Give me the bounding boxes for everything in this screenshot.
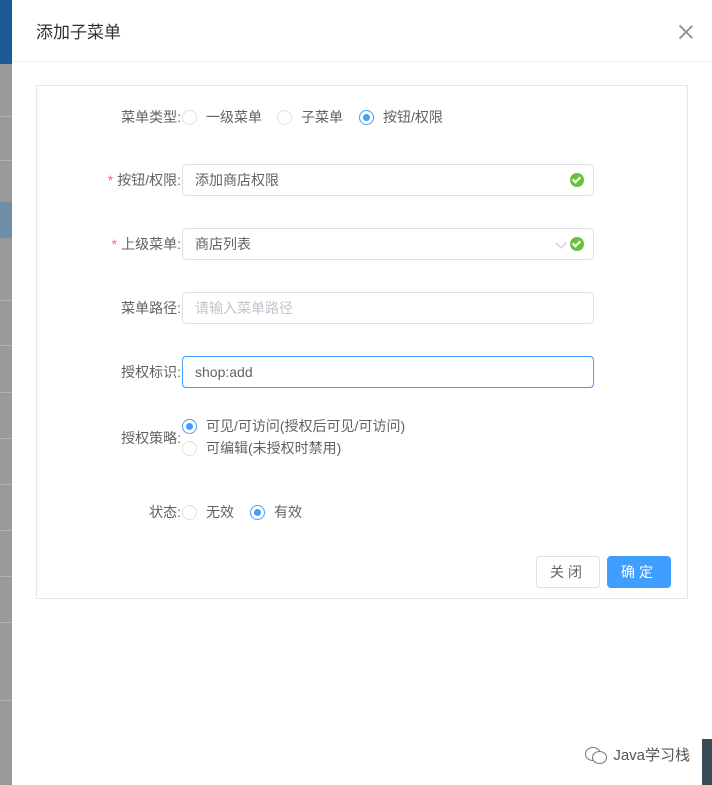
parent-menu-label-text: 上级菜单: [121,236,181,252]
auth-policy-label: 授权策略: [121,430,181,446]
background-divider [0,345,12,346]
button-permission-input[interactable]: 添加商店权限 [182,164,594,196]
success-check-icon [570,173,584,187]
status-label: 状态: [149,504,181,520]
radio-circle [182,109,197,125]
radio-circle-selected [250,504,265,520]
menu-type-label: 菜单类型: [121,109,181,125]
radio-circle [182,504,197,520]
auth-id-row: 授权标识: shop:add [37,356,687,388]
background-divider [0,530,12,531]
button-permission-row: * 按钮/权限: 添加商店权限 [37,164,687,196]
radio-menu-type-button-permission[interactable]: 按钮/权限 [359,107,443,127]
radio-auth-policy-visible[interactable]: 可见/可访问(授权后可见/可访问) [182,416,405,436]
background-divider [0,700,12,701]
background-divider [0,116,12,117]
close-button[interactable]: 关闭 [536,556,600,588]
auth-id-label: 授权标识: [121,364,181,380]
dialog-header: 添加子菜单 [12,0,712,62]
menu-path-input[interactable]: 请输入菜单路径 [182,292,594,324]
add-submenu-dialog: 添加子菜单 菜单类型: 一级菜单 子菜单 按钮/权限 * 按钮/权限: 添加商店权… [12,0,712,785]
button-permission-value: 添加商店权限 [195,172,279,188]
background-divider [0,576,12,577]
radio-status-valid[interactable]: 有效 [250,502,302,522]
corner-widget [702,739,712,785]
status-row: 状态: 无效 有效 [37,502,687,524]
button-permission-label-text: 按钮/权限: [117,172,181,188]
background-divider [0,438,12,439]
background-header-strip [0,0,12,64]
auth-id-input[interactable]: shop:add [182,356,594,388]
watermark-text: Java学习栈 [613,747,690,764]
parent-menu-label: * 上级菜单: [112,234,181,254]
radio-label: 可编辑(未授权时禁用) [206,440,342,456]
menu-path-placeholder: 请输入菜单路径 [195,300,293,316]
parent-menu-value: 商店列表 [195,236,251,252]
parent-menu-select[interactable]: 商店列表 [182,228,594,260]
background-divider [0,392,12,393]
success-check-icon [570,237,584,251]
background-divider [0,484,12,485]
required-mark: * [111,236,118,252]
background-highlight-cell [0,202,12,238]
menu-path-label: 菜单路径: [121,300,181,316]
auth-policy-row: 授权策略: 可见/可访问(授权后可见/可访问) 可编辑(未授权时禁用) [37,416,687,460]
button-permission-label: * 按钮/权限: [108,170,181,190]
radio-label: 子菜单 [301,109,343,125]
radio-circle-selected [182,418,197,434]
radio-status-invalid[interactable]: 无效 [182,502,234,522]
chevron-down-icon[interactable] [555,237,567,249]
radio-circle-selected [359,109,374,125]
menu-form: 菜单类型: 一级菜单 子菜单 按钮/权限 * 按钮/权限: 添加商店权限 * 上… [36,85,688,599]
background-divider [0,300,12,301]
radio-label: 按钮/权限 [383,109,443,125]
background-divider [0,622,12,623]
menu-type-row: 菜单类型: 一级菜单 子菜单 按钮/权限 [37,106,687,128]
close-icon[interactable] [678,24,694,40]
background-divider [0,160,12,161]
wechat-icon [585,746,608,764]
radio-label: 有效 [274,504,302,520]
radio-circle [277,109,292,125]
watermark: Java学习栈 [585,744,690,765]
radio-auth-policy-editable[interactable]: 可编辑(未授权时禁用) [182,438,341,458]
radio-label: 可见/可访问(授权后可见/可访问) [206,418,406,434]
radio-menu-type-top-level[interactable]: 一级菜单 [182,107,262,127]
radio-label: 无效 [206,504,234,520]
radio-menu-type-submenu[interactable]: 子菜单 [277,107,343,127]
radio-circle [182,440,197,456]
auth-id-value: shop:add [195,364,253,380]
menu-path-row: 菜单路径: 请输入菜单路径 [37,292,687,324]
confirm-button[interactable]: 确定 [607,556,671,588]
radio-label: 一级菜单 [206,109,262,125]
dialog-title: 添加子菜单 [36,23,121,42]
required-mark: * [107,172,114,188]
parent-menu-row: * 上级菜单: 商店列表 [37,228,687,260]
